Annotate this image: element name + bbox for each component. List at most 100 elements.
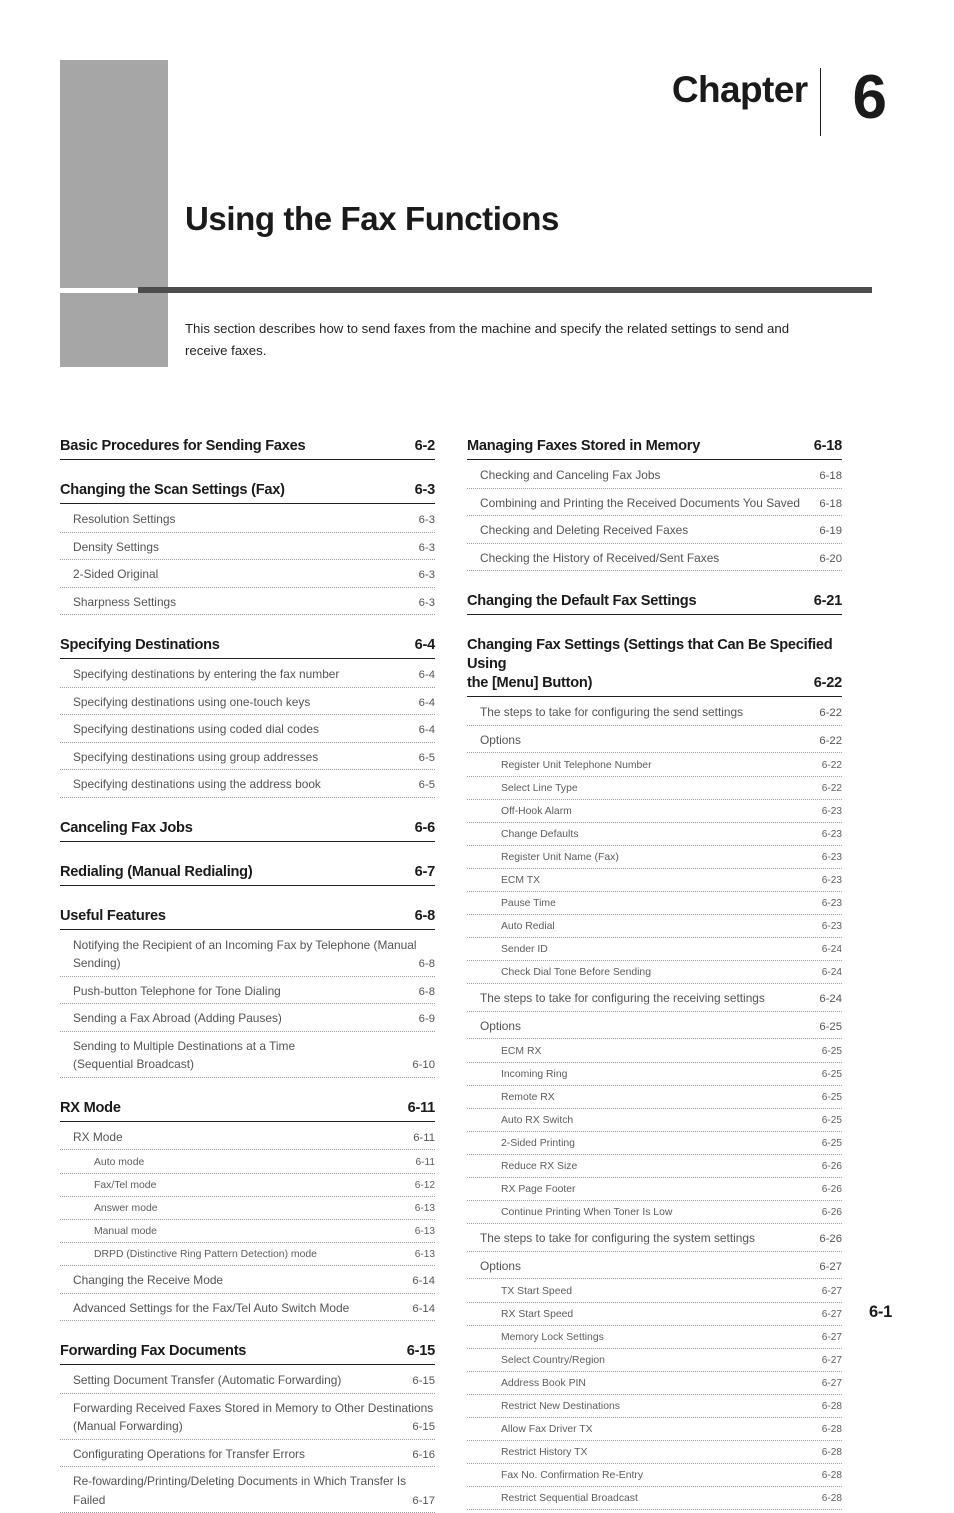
- toc-entry-level-3[interactable]: Auto Redial 6-23: [467, 919, 842, 938]
- toc-entry-level-1[interactable]: Changing the Default Fax Settings 6-21: [467, 592, 842, 615]
- toc-entry-level-2[interactable]: 2-Sided Original 6-3: [60, 565, 435, 588]
- toc-entry-level-2[interactable]: Specifying destinations using group addr…: [60, 748, 435, 770]
- toc-entry-level-3[interactable]: Fax No. Confirmation Re-Entry 6-28: [467, 1468, 842, 1487]
- toc-entry-level-2[interactable]: RX Mode 6-11: [60, 1128, 435, 1150]
- toc-entry-level-1[interactable]: Basic Procedures for Sending Faxes 6-2: [60, 437, 435, 460]
- toc-entry-level-2[interactable]: Specifying destinations using the addres…: [60, 775, 435, 798]
- toc-entry-page-number: 6-4: [418, 669, 435, 681]
- toc-entry-level-3[interactable]: Address Book PIN 6-27: [467, 1376, 842, 1395]
- toc-entry-level-2[interactable]: Checking and Canceling Fax Jobs 6-18: [467, 466, 842, 489]
- toc-entry-level-1[interactable]: RX Mode 6-11: [60, 1099, 435, 1122]
- toc-entry-label: Check Dial Tone Before Sending: [501, 967, 651, 978]
- toc-entry-level-3[interactable]: DRPD (Distinctive Ring Pattern Detection…: [60, 1247, 435, 1266]
- toc-entry-label: DRPD (Distinctive Ring Pattern Detection…: [94, 1249, 317, 1260]
- toc-entry-level-3[interactable]: Manual mode 6-13: [60, 1224, 435, 1243]
- toc-entry-level-2[interactable]: The steps to take for configuring the re…: [467, 989, 842, 1012]
- toc-entry-level-2[interactable]: Advanced Settings for the Fax/Tel Auto S…: [60, 1299, 435, 1321]
- toc-entry-level-1[interactable]: Forwarding Fax Documents 6-15: [60, 1342, 435, 1365]
- toc-entry-level-3[interactable]: Off-Hook Alarm 6-23: [467, 804, 842, 823]
- chapter-sidebar-block-upper: [60, 60, 168, 288]
- toc-entry-level-3[interactable]: ECM RX 6-25: [467, 1044, 842, 1063]
- toc-entry-level-3[interactable]: Answer mode 6-13: [60, 1201, 435, 1220]
- chapter-intro-text: This section describes how to send faxes…: [185, 321, 790, 358]
- toc-entry-level-2[interactable]: The steps to take for configuring the sy…: [467, 1229, 842, 1252]
- toc-entry-level-2[interactable]: Push-button Telephone for Tone Dialing 6-…: [60, 982, 435, 1004]
- toc-entry-label: Resolution Settings: [73, 512, 176, 526]
- toc-entry-level-3[interactable]: Auto RX Switch 6-25: [467, 1113, 842, 1132]
- toc-entry-level-3[interactable]: Register Unit Name (Fax) 6-23: [467, 850, 842, 869]
- toc-entry-level-2[interactable]: Combining and Printing the Received Docu…: [467, 494, 842, 516]
- table-of-contents: Basic Procedures for Sending Faxes 6-2 Cha…: [0, 437, 954, 1513]
- toc-entry-level-1[interactable]: Useful Features 6-8: [60, 907, 435, 930]
- toc-entry-page-number: 6-18: [819, 497, 842, 510]
- toc-entry-level-2[interactable]: Options 6-25: [467, 1017, 842, 1039]
- toc-entry-level-2[interactable]: Re-fowarding/Printing/Deleting Documents…: [60, 1472, 435, 1513]
- toc-entry-level-3[interactable]: Memory Lock Settings 6-27: [467, 1330, 842, 1349]
- toc-entry-level-3[interactable]: Pause Time 6-23: [467, 896, 842, 915]
- toc-entry-level-1[interactable]: Managing Faxes Stored in Memory 6-18: [467, 437, 842, 460]
- toc-entry-page-number: 6-10: [412, 1059, 435, 1071]
- toc-entry-level-3[interactable]: Restrict History TX 6-28: [467, 1445, 842, 1464]
- toc-entry-level-2[interactable]: The steps to take for configuring the se…: [467, 703, 842, 726]
- toc-entry-level-2[interactable]: Sending to Multiple Destinations at a Ti…: [60, 1037, 435, 1078]
- toc-entry-level-3[interactable]: TX Start Speed 6-27: [467, 1284, 842, 1303]
- toc-entry-level-1[interactable]: Canceling Fax Jobs 6-6: [60, 819, 435, 842]
- toc-entry-level-3[interactable]: Restrict New Destinations 6-28: [467, 1399, 842, 1418]
- toc-entry-level-3[interactable]: Incoming Ring 6-25: [467, 1067, 842, 1086]
- toc-entry-level-2[interactable]: Configurating Operations for Transfer Er…: [60, 1445, 435, 1467]
- toc-entry-label: Options: [480, 1018, 521, 1033]
- toc-entry-level-2[interactable]: Options 6-22: [467, 731, 842, 753]
- toc-entry-level-2[interactable]: Density Settings 6-3: [60, 538, 435, 560]
- toc-entry-level-3[interactable]: ECM TX 6-23: [467, 873, 842, 892]
- toc-entry-level-2[interactable]: Setting Document Transfer (Automatic For…: [60, 1371, 435, 1394]
- toc-entry-page-number: 6-28: [821, 1493, 842, 1504]
- toc-entry-level-3[interactable]: Select Line Type 6-22: [467, 781, 842, 800]
- toc-entry-label: Sender ID: [501, 944, 548, 955]
- toc-entry-level-3[interactable]: Check Dial Tone Before Sending 6-24: [467, 965, 842, 984]
- toc-entry-page-number: 6-26: [821, 1207, 842, 1218]
- toc-entry-label-continued: (Sequential Broadcast): [73, 1057, 194, 1071]
- toc-entry-level-3[interactable]: Remote RX 6-25: [467, 1090, 842, 1109]
- toc-entry-level-3[interactable]: Reduce RX Size 6-26: [467, 1159, 842, 1178]
- toc-entry-page-number: 6-23: [821, 875, 842, 886]
- toc-entry-level-2[interactable]: Sharpness Settings 6-3: [60, 593, 435, 615]
- toc-entry-level-3[interactable]: Register Unit Telephone Number 6-22: [467, 758, 842, 777]
- toc-entry-level-3[interactable]: Select Country/Region 6-27: [467, 1353, 842, 1372]
- toc-entry-level-3[interactable]: Auto mode 6-11: [60, 1155, 435, 1174]
- toc-entry-level-3[interactable]: RX Page Footer 6-26: [467, 1182, 842, 1201]
- toc-entry-level-3[interactable]: RX Start Speed 6-27: [467, 1307, 842, 1326]
- toc-entry-level-1[interactable]: Redialing (Manual Redialing) 6-7: [60, 863, 435, 886]
- toc-entry-level-3[interactable]: Sender ID 6-24: [467, 942, 842, 961]
- toc-entry-label: Restrict History TX: [501, 1447, 588, 1458]
- toc-entry-level-3[interactable]: Restrict Sequential Broadcast 6-28: [467, 1491, 842, 1510]
- toc-entry-level-3[interactable]: 2-Sided Printing 6-25: [467, 1136, 842, 1155]
- toc-entry-level-1[interactable]: Changing Fax Settings (Settings that Can…: [467, 636, 842, 697]
- toc-entry-level-2[interactable]: Specifying destinations using coded dial…: [60, 720, 435, 743]
- toc-entry-label: Answer mode: [94, 1203, 158, 1214]
- toc-entry-page-number: 6-24: [821, 967, 842, 978]
- toc-entry-level-1[interactable]: Specifying Destinations 6-4: [60, 636, 435, 659]
- toc-entry-label: Auto Redial: [501, 921, 555, 932]
- toc-entry-level-2[interactable]: Checking the History of Received/Sent Fa…: [467, 549, 842, 571]
- toc-entry-level-2[interactable]: Forwarding Received Faxes Stored in Memo…: [60, 1399, 435, 1440]
- toc-entry-page-number: 6-11: [415, 1157, 435, 1168]
- toc-entry-page-number: 6-8: [418, 958, 435, 970]
- toc-entry-level-3[interactable]: Fax/Tel mode 6-12: [60, 1178, 435, 1197]
- toc-entry-level-2[interactable]: Sending a Fax Abroad (Adding Pauses) 6-9: [60, 1009, 435, 1032]
- toc-entry-level-1[interactable]: Changing the Scan Settings (Fax) 6-3: [60, 481, 435, 504]
- toc-entry-level-3[interactable]: Change Defaults 6-23: [467, 827, 842, 846]
- toc-entry-level-2[interactable]: Resolution Settings 6-3: [60, 510, 435, 533]
- toc-entry-page-number: 6-4: [418, 724, 435, 736]
- toc-entry-level-2[interactable]: Notifying the Recipient of an Incoming F…: [60, 936, 435, 977]
- toc-entry-level-2[interactable]: Options 6-27: [467, 1257, 842, 1279]
- toc-entry-level-2[interactable]: Changing the Receive Mode 6-14: [60, 1271, 435, 1294]
- toc-entry-level-2[interactable]: Specifying destinations by entering the …: [60, 665, 435, 688]
- toc-entry-level-2[interactable]: Specifying destinations using one-touch …: [60, 693, 435, 715]
- toc-entry-page-number: 6-18: [813, 438, 842, 454]
- toc-entry-label: Density Settings: [73, 539, 159, 554]
- toc-entry-page-number: 6-8: [418, 985, 435, 998]
- toc-entry-level-2[interactable]: Checking and Deleting Received Faxes 6-19: [467, 521, 842, 544]
- toc-entry-label: Pause Time: [501, 898, 556, 909]
- toc-entry-level-3[interactable]: Allow Fax Driver TX 6-28: [467, 1422, 842, 1441]
- toc-entry-level-3[interactable]: Continue Printing When Toner Is Low 6-26: [467, 1205, 842, 1224]
